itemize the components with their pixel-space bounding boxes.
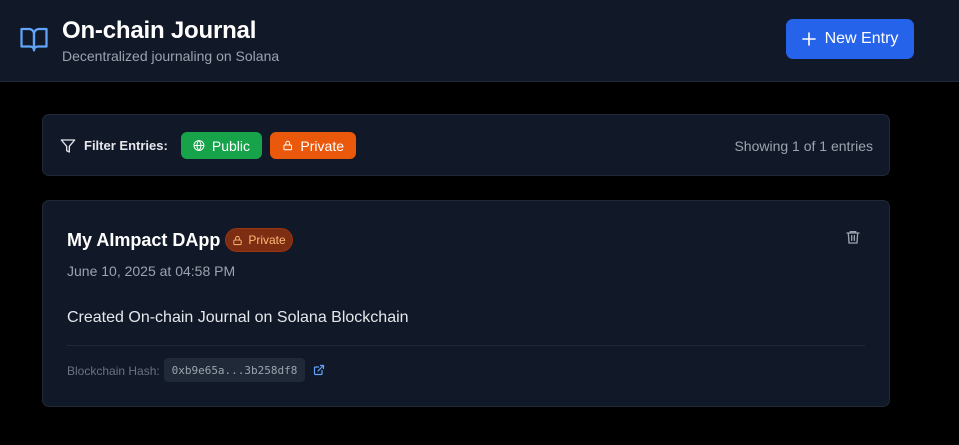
entry-title: My AImpact DApp: [67, 230, 221, 250]
filter-bar: Filter Entries: Public Private Showing 1…: [42, 114, 890, 176]
entry-date: June 10, 2025 at 04:58 PM: [67, 263, 236, 279]
entry-content: Created On-chain Journal on Solana Block…: [67, 309, 409, 326]
filter-chip-public-label: Public: [211, 137, 250, 154]
app-title: On-chain Journal: [62, 17, 257, 44]
journal-entry-card: My AImpact DApp Private June 10, 2025 at…: [42, 200, 890, 407]
lock-icon: [233, 235, 242, 245]
new-entry-label: New Entry: [824, 30, 899, 47]
card-divider: [67, 345, 865, 346]
trash-icon[interactable]: [845, 229, 861, 245]
lock-icon: [283, 140, 292, 151]
visibility-badge: Private: [225, 228, 293, 252]
hash-label: Blockchain Hash:: [67, 364, 160, 378]
book-open-icon: [20, 27, 48, 52]
plus-icon: [801, 32, 816, 46]
app-header: On-chain Journal Decentralized journalin…: [0, 0, 959, 82]
new-entry-button[interactable]: New Entry: [786, 19, 914, 59]
external-link-icon[interactable]: [313, 364, 325, 376]
app-subtitle: Decentralized journaling on Solana: [62, 48, 280, 64]
filter-label: Filter Entries:: [84, 138, 168, 153]
filter-chip-private[interactable]: Private: [270, 132, 356, 159]
filter-icon: [60, 139, 76, 153]
globe-icon: [193, 139, 205, 152]
filter-chip-private-label: Private: [300, 137, 344, 154]
visibility-badge-label: Private: [248, 233, 286, 247]
filter-chip-public[interactable]: Public: [181, 132, 262, 159]
blockchain-hash: 0xb9e65a...3b258df8: [164, 358, 305, 382]
entries-count: Showing 1 of 1 entries: [734, 138, 873, 154]
